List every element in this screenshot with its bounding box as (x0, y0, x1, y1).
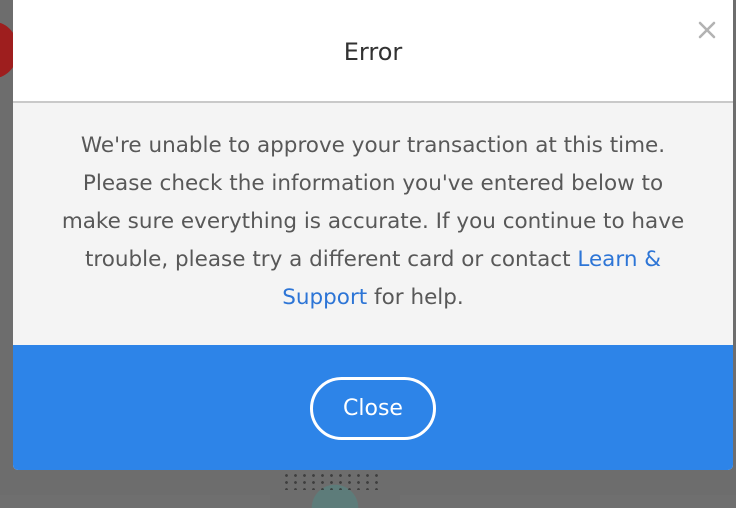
dialog-header: Error (13, 0, 733, 103)
dialog-body: We're unable to approve your transaction… (13, 105, 733, 345)
dialog-footer: Close (13, 345, 733, 470)
error-dialog: Error We're unable to approve your trans… (13, 0, 733, 470)
dialog-title: Error (343, 38, 403, 66)
close-icon[interactable] (695, 18, 719, 42)
background-dots (282, 472, 382, 490)
message-text-end: for help. (367, 285, 464, 310)
error-message: We're unable to approve your transaction… (53, 127, 693, 317)
close-button[interactable]: Close (310, 377, 436, 440)
